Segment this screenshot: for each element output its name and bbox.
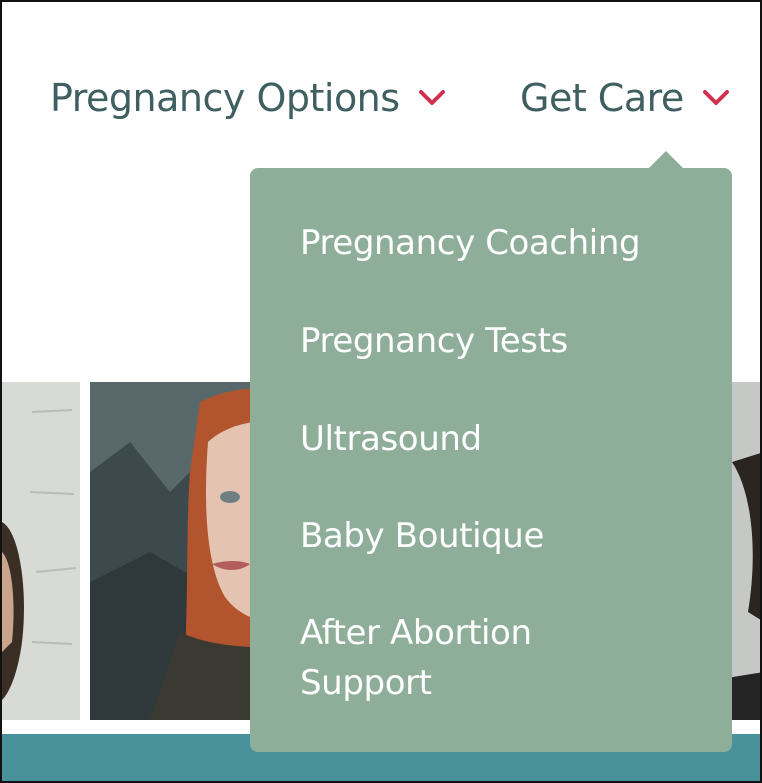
main-nav: Pregnancy Options Get Care bbox=[2, 76, 760, 126]
photo-left-image bbox=[2, 382, 80, 720]
dropdown-caret bbox=[648, 151, 684, 169]
chevron-down-icon bbox=[702, 90, 729, 105]
photo-left bbox=[2, 382, 80, 720]
chevron-down-icon bbox=[418, 90, 445, 105]
menu-item-pregnancy-tests[interactable]: Pregnancy Tests bbox=[300, 316, 720, 366]
menu-item-ultrasound[interactable]: Ultrasound bbox=[300, 414, 720, 464]
menu-item-after-abortion-support[interactable]: After Abortion Support bbox=[300, 608, 720, 708]
menu-item-pregnancy-coaching[interactable]: Pregnancy Coaching bbox=[300, 218, 720, 268]
get-care-dropdown-menu: Pregnancy Coaching Pregnancy Tests Ultra… bbox=[250, 168, 732, 752]
nav-item-label: Get Care bbox=[520, 76, 684, 120]
nav-item-pregnancy-options[interactable]: Pregnancy Options bbox=[50, 76, 446, 120]
nav-item-get-care[interactable]: Get Care bbox=[520, 76, 730, 120]
menu-item-baby-boutique[interactable]: Baby Boutique bbox=[300, 511, 720, 561]
nav-item-label: Pregnancy Options bbox=[50, 76, 400, 120]
